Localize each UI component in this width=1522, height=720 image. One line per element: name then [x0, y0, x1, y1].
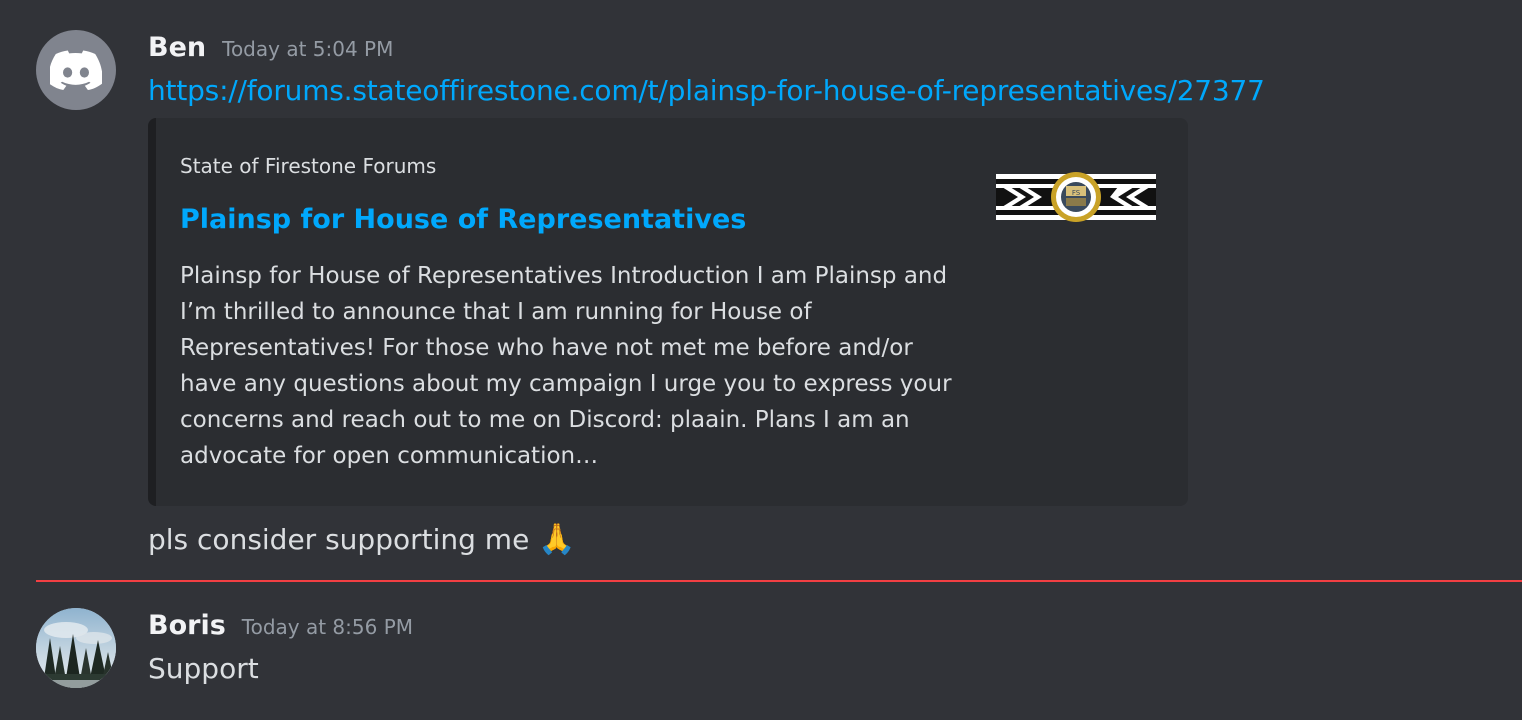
landscape-photo: [36, 608, 116, 688]
message-text-content: pls consider supporting me: [148, 523, 530, 556]
embed-description: Plainsp for House of Representatives Int…: [180, 263, 952, 469]
svg-text:FS: FS: [1072, 189, 1081, 197]
embed-thumbnail[interactable]: FS: [996, 172, 1156, 222]
avatar-boris[interactable]: [36, 608, 116, 688]
embed-provider[interactable]: State of Firestone Forums: [180, 154, 436, 178]
state-seal-banner-icon: FS: [996, 172, 1156, 222]
message-header-boris: Boris Today at 8:56 PM: [148, 610, 413, 641]
message-text: Support: [148, 652, 259, 685]
message-timestamp: Today at 5:04 PM: [222, 37, 394, 61]
message-link[interactable]: https://forums.stateoffirestone.com/t/pl…: [148, 74, 1265, 107]
message-timestamp: Today at 8:56 PM: [241, 615, 414, 639]
embed-title[interactable]: Plainsp for House of Representatives: [180, 204, 746, 235]
new-messages-divider: [36, 580, 1522, 582]
message-header-ben: Ben Today at 5:04 PM: [148, 32, 393, 63]
link-embed: State of Firestone Forums Plainsp for Ho…: [148, 118, 1188, 506]
message-text: pls consider supporting me 🙏: [148, 522, 576, 557]
chat-log: Ben Today at 5:04 PM https://forums.stat…: [0, 0, 1522, 720]
author-name[interactable]: Boris: [148, 610, 226, 641]
author-name[interactable]: Ben: [148, 32, 206, 63]
avatar-ben[interactable]: [36, 30, 116, 110]
folded-hands-emoji[interactable]: 🙏: [538, 522, 575, 557]
discord-logo-icon: [50, 50, 102, 90]
